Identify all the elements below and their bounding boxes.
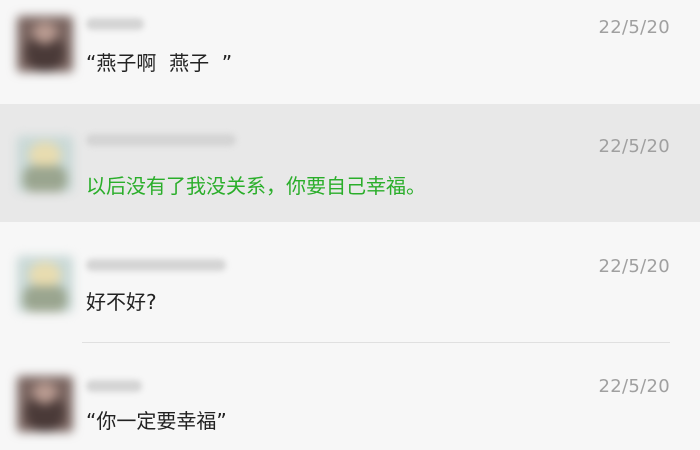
contact-name-blurred [86, 18, 144, 30]
avatar-icon[interactable] [17, 376, 73, 432]
message-list: 22/5/20 “燕子啊 燕子 ” 22/5/20 以后没有了我没关系，你要自己… [0, 0, 700, 450]
avatar-icon[interactable] [17, 16, 73, 72]
message-preview: “你一定要幸福” [86, 409, 227, 433]
message-item-2[interactable]: 22/5/20 以后没有了我没关系，你要自己幸福。 [0, 104, 700, 222]
avatar-icon[interactable] [17, 136, 73, 192]
message-preview: 以后没有了我没关系，你要自己幸福。 [86, 174, 426, 198]
message-item-3[interactable]: 22/5/20 好不好? [0, 223, 700, 341]
message-date: 22/5/20 [598, 136, 670, 157]
contact-name-blurred [86, 380, 142, 392]
message-item-1[interactable]: 22/5/20 “燕子啊 燕子 ” [0, 0, 700, 103]
contact-name-blurred [86, 134, 236, 146]
message-preview: “燕子啊 燕子 ” [86, 51, 233, 75]
avatar-icon[interactable] [17, 256, 73, 312]
message-date: 22/5/20 [598, 17, 670, 38]
message-preview: 好不好? [86, 290, 157, 314]
message-date: 22/5/20 [598, 256, 670, 277]
message-date: 22/5/20 [598, 376, 670, 397]
message-item-4[interactable]: 22/5/20 “你一定要幸福” [0, 343, 700, 450]
contact-name-blurred [86, 259, 226, 271]
